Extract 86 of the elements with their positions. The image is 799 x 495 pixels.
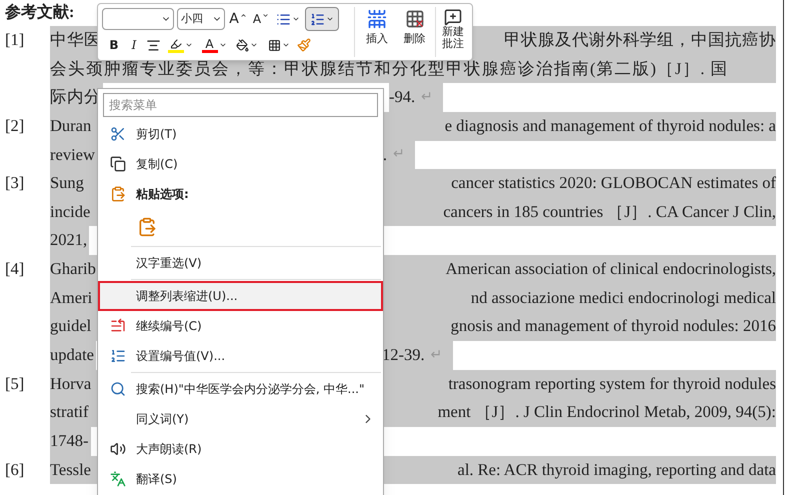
chevron-down-icon <box>218 41 226 49</box>
reference-text: 会头颈肿瘤专业委员会，等：甲状腺结节和分化型甲状腺癌诊治指南(第二版)［J］. 国 <box>50 58 729 80</box>
reference-text: review <box>50 140 97 170</box>
reference-text: incide <box>50 200 90 223</box>
reference-text: Horva <box>50 372 92 395</box>
grid-icon <box>268 38 281 52</box>
reference-number: [5] <box>5 374 24 393</box>
menu-item[interactable]: 剪切(T) <box>98 119 383 149</box>
reference-text: guidel <box>50 315 92 338</box>
reference-text: -94. <box>389 86 416 108</box>
numbered-list-icon <box>110 348 126 364</box>
caret-up-icon <box>240 12 247 18</box>
reference-text: 甲状腺及代谢外科学组，中国抗癌协 <box>504 28 776 51</box>
highlighter-icon <box>170 38 182 50</box>
reference-text: e diagnosis and management of thyroid nodules: a <box>444 114 776 137</box>
insert-button[interactable]: 插入 <box>358 7 396 57</box>
reference-text: Tessle <box>50 458 92 481</box>
italic-button[interactable]: I <box>126 33 142 57</box>
reference-text: al. Re: ACR thyroid imaging, reporting and data <box>458 458 776 481</box>
menu-item[interactable]: 搜索(H)"中华医学会内分泌学分会, 中华..." <box>98 374 383 404</box>
translate-icon <box>110 471 126 487</box>
reference-text: update <box>50 341 96 370</box>
menu-item[interactable]: 同义词(Y) <box>98 404 361 434</box>
menu-item[interactable]: 继续编号(C) <box>98 311 383 341</box>
reference-number: [3] <box>5 173 24 192</box>
reference-text: Sung <box>50 172 84 194</box>
chevron-down-icon <box>282 41 290 49</box>
grow-font-button[interactable]: A <box>228 7 248 31</box>
chevron-down-icon <box>184 41 192 49</box>
menu-item[interactable]: 复制(C) <box>98 149 383 179</box>
reference-text: gnosis and management of thyroid nodules: 2016 <box>450 315 776 338</box>
chevron-down-icon <box>250 41 258 49</box>
reference-text: Duran <box>50 114 92 137</box>
delete-button[interactable]: 删除 <box>396 7 434 57</box>
paste-options-label: 粘贴选项: <box>136 186 189 203</box>
reference-number: [4] <box>5 259 24 278</box>
reference-text: 12-39. <box>382 344 425 366</box>
paintbrush-icon[interactable] <box>297 38 311 52</box>
shrink-font-button[interactable]: A <box>251 7 271 31</box>
reference-text: nd associazione medici endocrinologi medical <box>470 286 776 309</box>
numbered-list-icon <box>310 12 325 26</box>
align-center-icon[interactable] <box>146 38 161 52</box>
table-icon <box>366 9 387 29</box>
bulleted-list-icon <box>276 12 291 26</box>
paragraph-mark: ↵ <box>421 89 434 108</box>
menu-item[interactable]: 大声朗读(R) <box>98 434 383 464</box>
clipboard-icon <box>110 186 126 202</box>
reference-text: trasonogram reporting system for thyroid nodules <box>448 372 776 395</box>
reference-text: stratif <box>50 401 88 424</box>
numbered-list-icon <box>110 318 126 334</box>
scissors-icon <box>110 126 126 142</box>
font-size-dropdown[interactable]: 小四 <box>177 8 225 30</box>
reference-text: 1748- <box>50 426 90 456</box>
paint-bucket-icon <box>236 38 249 52</box>
reference-text: 2021, <box>50 226 90 256</box>
new-comment-button[interactable]: 新建批注 <box>438 7 468 57</box>
reference-text: Gharib <box>50 258 96 280</box>
comment-plus-icon <box>444 8 462 26</box>
reference-text: American association of clinical endocrinologists, <box>446 258 776 280</box>
menu-search-field[interactable]: 搜索菜单 <box>103 93 378 117</box>
search-icon <box>110 381 126 397</box>
chevron-down-icon <box>326 15 334 23</box>
paragraph-mark: ↵ <box>393 146 406 164</box>
reference-number: [6] <box>5 460 24 479</box>
clipboard-icon <box>137 216 157 238</box>
menu-item[interactable]: 设置编号值(V)... <box>98 341 383 371</box>
menu-item[interactable]: 汉字重选(V) <box>98 248 383 278</box>
numbering-button[interactable] <box>305 7 339 31</box>
reference-text: Ameri <box>50 286 92 309</box>
reference-text: cancer statistics 2020: GLOBOCAN estimates of <box>451 172 776 194</box>
reference-text: ment ［J］. J Clin Endocrinol Metab, 2009, 94(5): <box>438 401 776 424</box>
reference-number: [1] <box>5 30 24 49</box>
table-delete-icon <box>404 9 425 29</box>
speaker-icon <box>110 441 126 457</box>
paragraph-mark: ↵ <box>430 346 443 365</box>
caret-down-icon <box>262 12 270 18</box>
chevron-down-icon <box>292 15 300 23</box>
font-color-button[interactable]: A <box>199 33 229 57</box>
menu-item[interactable]: 翻译(S) <box>98 464 383 494</box>
reference-number: [2] <box>5 116 24 135</box>
reference-text: cancers in 185 countries ［J］. CA Cancer J Clin, <box>443 200 776 223</box>
menu-item[interactable]: 调整列表缩进(U)... <box>98 281 383 311</box>
reference-text: . <box>382 144 388 166</box>
references-heading: 参考文献: <box>5 2 74 23</box>
copy-icon <box>110 156 126 172</box>
bold-button[interactable]: B <box>106 33 122 57</box>
